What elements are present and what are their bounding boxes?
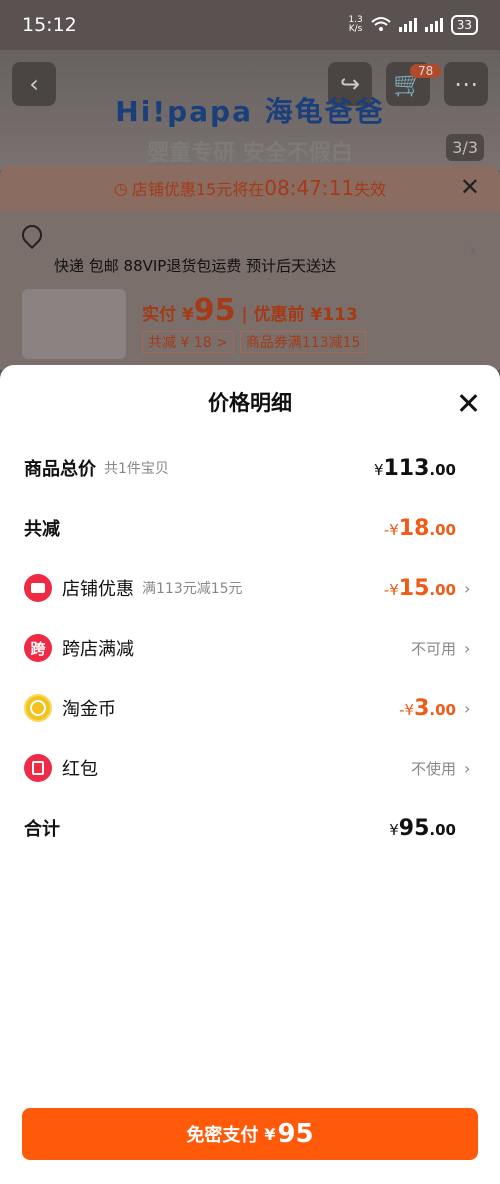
row-cross-store[interactable]: 跨 跨店满减 不可用 › xyxy=(0,628,500,668)
coupon-countdown: ◷ 店铺优惠15元将在 08:47:11 失效 ✕ xyxy=(0,165,500,211)
row-red-packet[interactable]: 红包 不使用 › xyxy=(0,748,500,788)
delivery-info[interactable]: 快递 包邮 88VIP退货包运费 预计后天送达 › xyxy=(0,211,500,287)
row-sum: 合计 ¥95.00 xyxy=(24,815,456,841)
chevron-right-icon: › xyxy=(464,698,471,718)
chevron-right-icon: › xyxy=(464,578,471,598)
network-speed: 1.3 K/s xyxy=(348,15,363,34)
total-reduction-value: -¥18.00 xyxy=(383,515,456,541)
product-summary: 实付 ¥95 | 优惠前 ¥113 共减 ¥ 18 > 商品券满113减15 xyxy=(0,287,500,367)
row-total-reduction: 共减 -¥18.00 xyxy=(24,515,456,541)
brand-logo: Hi!papa 海龟爸爸 xyxy=(115,95,385,128)
store-discount-value: -¥15.00 xyxy=(383,575,456,601)
row-total-price: 商品总价 共1件宝贝 ¥113.00 xyxy=(24,455,456,481)
row-store-discount[interactable]: 店铺优惠 满113元减15元 -¥15.00 › xyxy=(0,568,500,608)
image-counter: 3/3 xyxy=(446,134,484,161)
row-taojinbi[interactable]: 淘金币 -¥3.00 › xyxy=(0,688,500,728)
cart-badge: 78 xyxy=(410,64,442,78)
pay-button[interactable]: 免密支付 ¥ 95 xyxy=(22,1108,478,1160)
price-detail-dialog: 价格明细 商品总价 共1件宝贝 ¥113.00 共减 -¥18.00 店铺优惠 … xyxy=(0,365,500,1184)
red-packet-value: 不使用 xyxy=(410,759,456,778)
status-time: 15:12 xyxy=(22,14,77,36)
chevron-right-icon: › xyxy=(470,241,476,259)
product-page-background: ‹ ↪ 🛒 ⋯ 78 Hi!papa 海龟爸爸 婴童专研 安全不假白 3/3 ◷… xyxy=(0,50,500,370)
coin-icon xyxy=(24,694,52,722)
store-icon xyxy=(24,574,52,602)
cross-store-value: 不可用 xyxy=(410,639,456,658)
battery-icon: 33 xyxy=(450,15,478,35)
signal-icon-2 xyxy=(424,18,443,32)
coin-discount-value: -¥3.00 xyxy=(399,695,456,721)
total-price-value: ¥113.00 xyxy=(373,455,456,481)
sum-value: ¥95.00 xyxy=(389,815,456,841)
location-pin-icon xyxy=(17,220,47,250)
chevron-right-icon: › xyxy=(464,758,471,778)
close-icon[interactable] xyxy=(456,391,480,415)
signal-icon xyxy=(398,18,417,32)
status-bar: 15:12 1.3 K/s 33 xyxy=(0,0,500,50)
dialog-title: 价格明细 xyxy=(208,391,292,415)
clock-icon: ◷ xyxy=(113,178,128,198)
close-icon[interactable]: ✕ xyxy=(460,173,480,201)
status-icons: 1.3 K/s 33 xyxy=(348,15,478,35)
cross-store-icon: 跨 xyxy=(24,634,52,662)
brand-slogan: 婴童专研 安全不假白 xyxy=(147,141,353,166)
red-packet-icon xyxy=(24,754,52,782)
order-sheet: ◷ 店铺优惠15元将在 08:47:11 失效 ✕ 快递 包邮 88VIP退货包… xyxy=(0,165,500,370)
wifi-icon xyxy=(371,16,391,35)
product-thumbnail xyxy=(22,289,126,359)
chevron-right-icon: › xyxy=(464,638,471,658)
